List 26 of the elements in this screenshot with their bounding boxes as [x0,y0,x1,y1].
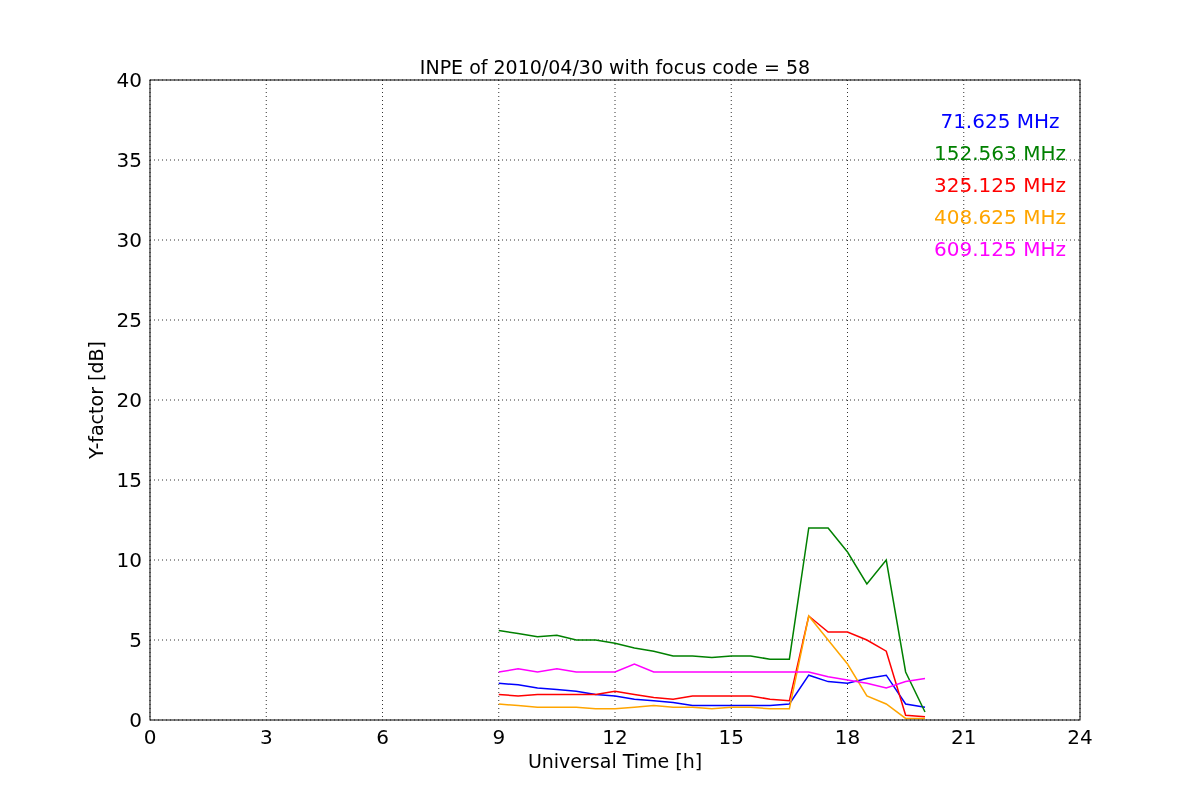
x-tick-label: 3 [259,725,273,749]
x-tick-label: 15 [718,725,744,749]
x-tick-label: 18 [834,725,861,749]
legend-label: 325.125 MHz [934,173,1066,197]
y-tick-label: 20 [116,388,142,412]
legend-label: 71.625 MHz [940,109,1060,133]
y-tick-label: 40 [116,68,142,92]
x-tick-label: 6 [376,725,389,749]
x-tick-label: 21 [951,725,977,749]
x-axis-label: Universal Time [h] [527,750,703,772]
x-tick-label: 24 [1067,725,1093,749]
y-tick-label: 30 [116,228,142,252]
y-tick-label: 10 [116,548,142,572]
y-tick-label: 35 [116,148,142,172]
x-tick-label: 0 [143,725,157,749]
y-tick-label: 15 [116,468,142,492]
y-tick-label: 5 [129,628,142,652]
y-axis-label: Y-factor [dB] [85,341,107,459]
x-tick-label: 12 [602,725,628,749]
legend-label: 408.625 MHz [934,205,1066,229]
legend-label: 152.563 MHz [934,141,1066,165]
y-tick-label: 25 [116,308,142,332]
y-tick-label: 0 [129,708,142,732]
legend-label: 609.125 MHz [934,237,1066,261]
chart-title: INPE of 2010/04/30 with focus code = 58 [419,56,811,78]
x-tick-label: 9 [492,725,506,749]
